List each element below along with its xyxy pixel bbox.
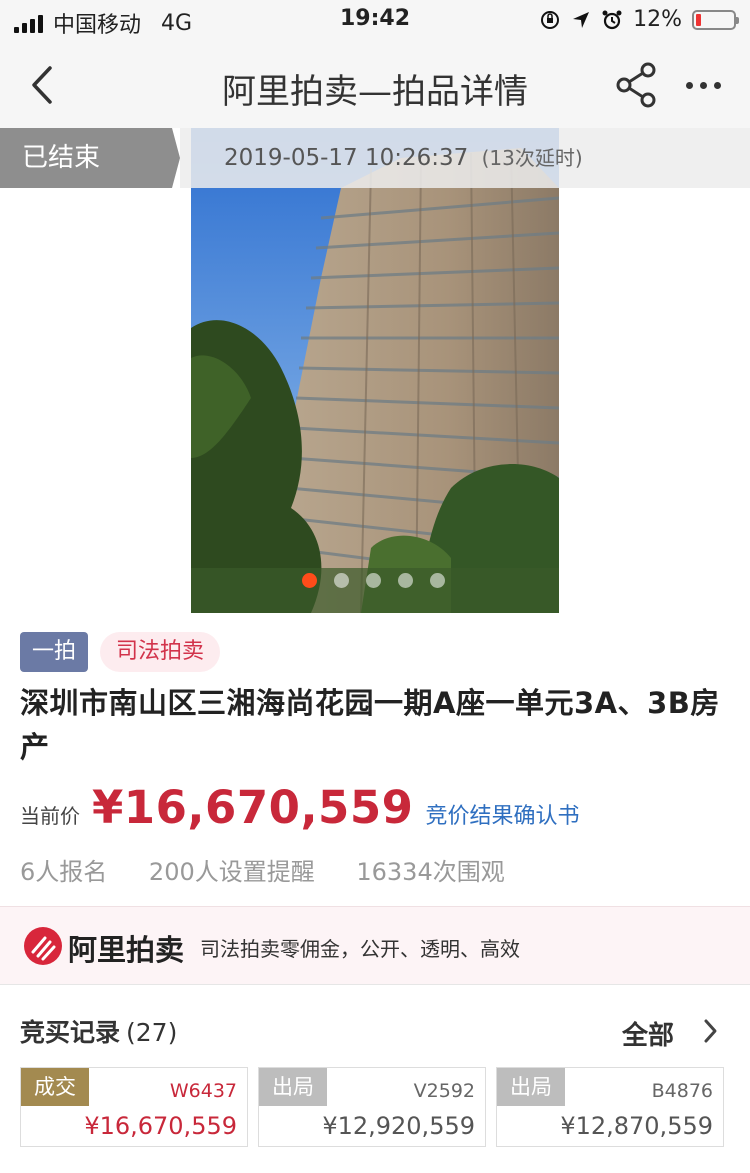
bid-records-section: 竞买记录 (27) 全部 成交 W6437 ¥16,670,559 出局 V259…	[0, 984, 750, 1173]
image-gallery[interactable]: 2019-05-17 10:26:37 (13次延时) 已结束	[0, 128, 750, 615]
ali-auction-logo-icon	[24, 927, 62, 965]
bid-records-title: 竞买记录 (27)	[20, 1013, 177, 1049]
gallery-dot[interactable]	[334, 573, 349, 588]
bid-amount: ¥16,670,559	[84, 1112, 237, 1140]
bid-status-badge: 出局	[259, 1068, 327, 1106]
item-title: 深圳市南山区三湘海尚花园一期A座一单元3A、3B房产	[20, 686, 720, 764]
property-photo[interactable]	[191, 128, 559, 613]
chevron-right-icon[interactable]	[700, 1017, 720, 1045]
reminder-count: 200人设置提醒	[148, 858, 315, 886]
bidder-id: B4876	[651, 1080, 713, 1102]
view-count: 16334次围观	[356, 858, 505, 886]
bid-record-card[interactable]: 出局 B4876 ¥12,870,559	[496, 1067, 724, 1147]
rotation-lock-icon	[541, 10, 560, 29]
price-label: 当前价	[20, 804, 80, 828]
bid-records-count: (27)	[126, 1018, 178, 1047]
view-all-link[interactable]: 全部	[622, 1015, 674, 1052]
bid-record-card[interactable]: 出局 V2592 ¥12,920,559	[258, 1067, 486, 1147]
bid-records-label: 竞买记录	[20, 1018, 121, 1047]
gallery-dot[interactable]	[366, 573, 381, 588]
registered-count: 6人报名	[20, 858, 108, 886]
more-icon[interactable]	[686, 82, 721, 89]
status-right: 12%	[539, 7, 739, 32]
item-info: 一拍 司法拍卖 深圳市南山区三湘海尚花园一期A座一单元3A、3B房产 当前价 ¥…	[0, 615, 750, 906]
end-time-value: 2019-05-17 10:26:37	[224, 145, 469, 171]
result-confirmation-link[interactable]: 竞价结果确认书	[426, 798, 580, 830]
gallery-dot[interactable]	[430, 573, 445, 588]
bid-record-list: 成交 W6437 ¥16,670,559 出局 V2592 ¥12,920,55…	[20, 1067, 724, 1147]
bidder-id: V2592	[413, 1080, 475, 1102]
banner-slogan: 司法拍卖零佣金，公开、透明、高效	[200, 937, 520, 961]
auction-type-tag: 司法拍卖	[100, 632, 221, 672]
share-icon[interactable]	[612, 60, 662, 110]
gallery-dot[interactable]	[398, 573, 413, 588]
extension-note: (13次延时)	[481, 146, 583, 170]
item-stats: 6人报名 200人设置提醒 16334次围观	[20, 852, 525, 887]
gallery-pagination[interactable]	[302, 573, 445, 588]
gallery-dot-active[interactable]	[302, 573, 317, 588]
round-tag: 一拍	[20, 632, 89, 672]
status-badge: 已结束	[0, 128, 180, 188]
bid-record-card[interactable]: 成交 W6437 ¥16,670,559	[20, 1067, 248, 1147]
item-tags: 一拍 司法拍卖	[20, 632, 221, 672]
bid-amount: ¥12,920,559	[322, 1112, 475, 1140]
price-row: 当前价 ¥16,670,559 竞价结果确认书	[20, 781, 580, 834]
bid-amount: ¥12,870,559	[560, 1112, 713, 1140]
ali-auction-banner[interactable]: 阿里拍卖 司法拍卖零佣金，公开、透明、高效	[0, 906, 750, 985]
alarm-icon	[602, 10, 622, 29]
battery-percent: 12%	[633, 7, 682, 32]
bidder-id: W6437	[169, 1080, 237, 1102]
bid-status-badge: 出局	[497, 1068, 565, 1106]
location-icon	[573, 11, 590, 28]
bid-status-badge: 成交	[21, 1068, 89, 1106]
battery-icon	[692, 9, 739, 30]
nav-bar: 阿里拍卖—拍品详情	[0, 40, 750, 130]
ali-auction-logo-text: 阿里拍卖	[68, 933, 185, 967]
status-bar: 中国移动 4G 19:42 12%	[0, 0, 750, 40]
end-time-strip: 2019-05-17 10:26:37 (13次延时)	[180, 128, 750, 188]
current-price: ¥16,670,559	[92, 781, 414, 834]
